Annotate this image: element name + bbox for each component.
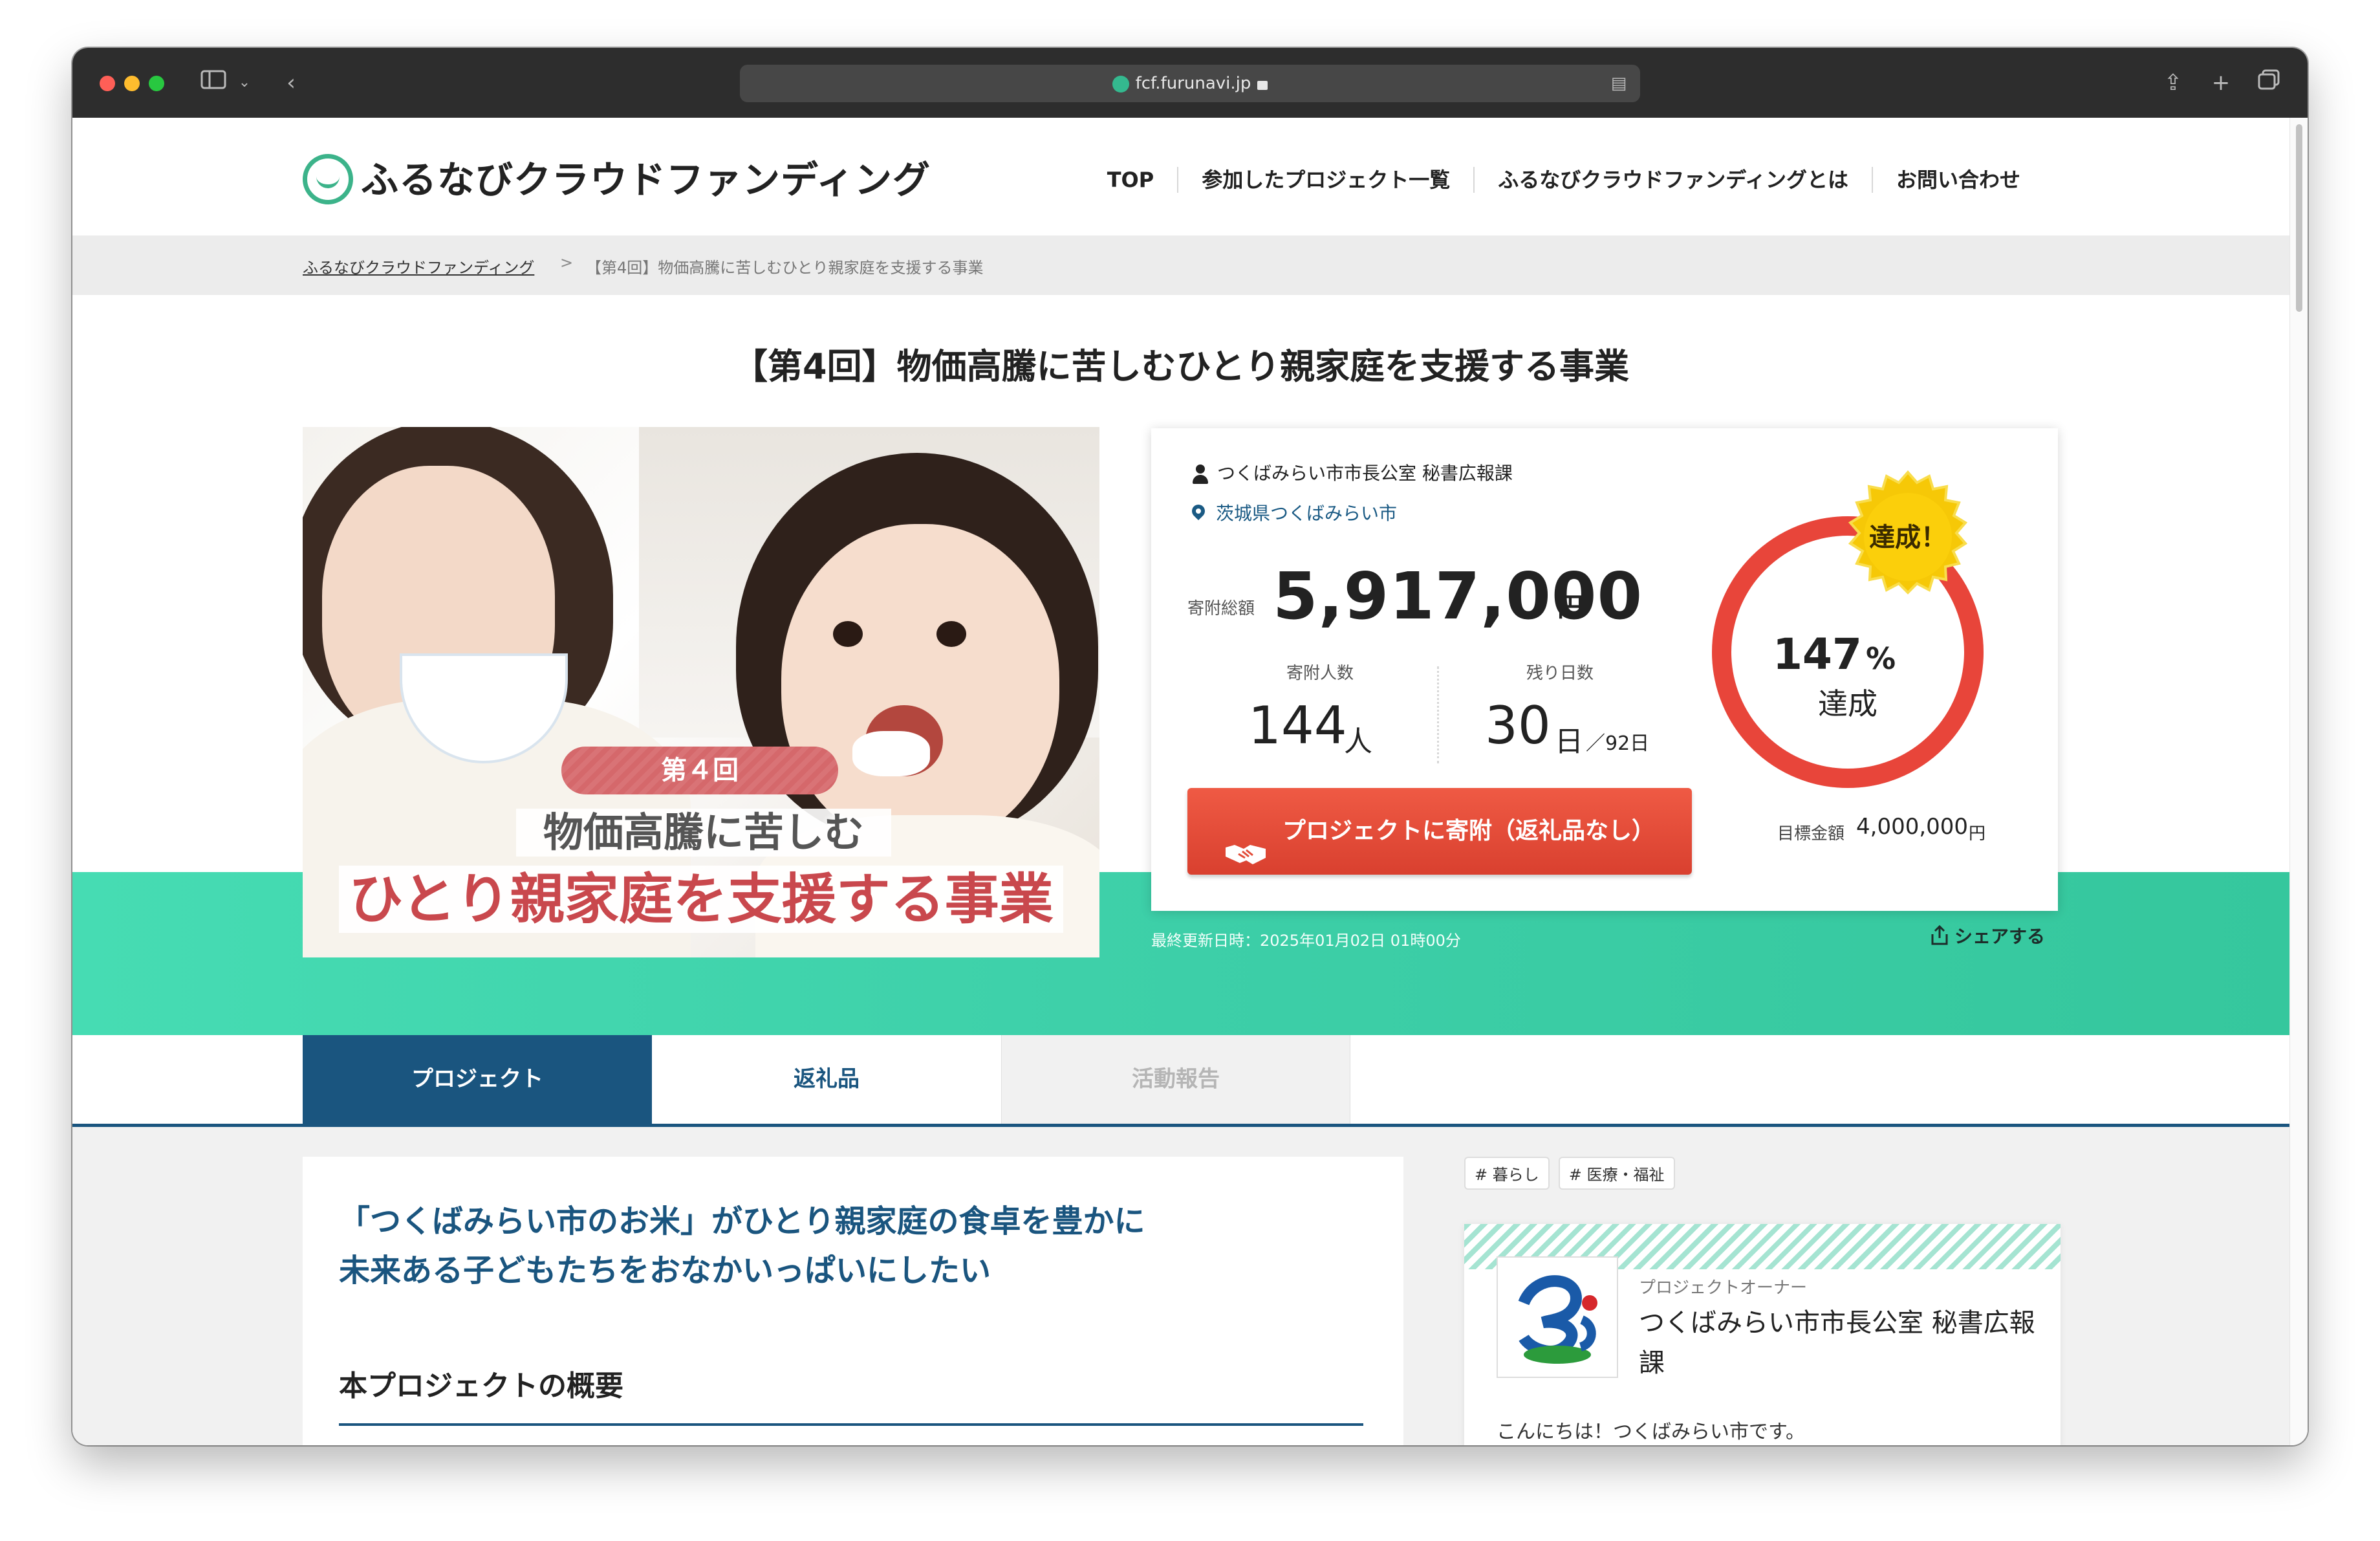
breadcrumb-current: 【第4回】物価高騰に苦しむひとり親家庭を支援する事業 <box>586 259 984 277</box>
achievement-ring: 147 % 達成 達成！ <box>1712 470 1984 788</box>
new-tab-icon[interactable]: + <box>2208 69 2234 97</box>
nav-contact[interactable]: お問い合わせ <box>1871 167 2044 193</box>
breadcrumb-separator: > <box>560 254 574 272</box>
stat-divider <box>1437 666 1439 763</box>
donate-button[interactable]: プロジェクトに寄附（返礼品なし） <box>1187 788 1692 875</box>
days-left-count: 30 <box>1485 695 1551 756</box>
image-caption-line1: 物価高騰に苦しむ <box>516 809 891 857</box>
donors-count: 144 <box>1248 695 1347 756</box>
web-page: ふるなびクラウドファンディング TOP 参加したプロジェクト一覧 ふるなびクラウ… <box>72 118 2289 1445</box>
tag-living[interactable]: # 暮らし <box>1464 1157 1550 1190</box>
owner-row: つくばみらい市市長公室 秘書広報課 <box>1191 461 1513 486</box>
donors-unit: 人 <box>1344 725 1372 758</box>
donate-button-label: プロジェクトに寄附（返礼品なし） <box>1282 818 1655 844</box>
goal-label: 目標金額 <box>1777 824 1845 844</box>
image-round-badge: 第４回 <box>561 747 838 794</box>
map-pin-icon <box>1191 505 1206 524</box>
breadcrumb-home-link[interactable]: ふるなびクラウドファンディング <box>303 255 534 278</box>
project-description: 「つくばみらい市のお米」がひとり親家庭の食卓を豊かに 未来ある子どもたちをおなか… <box>303 1157 1403 1445</box>
url-text: fcf.furunavi.jp <box>1135 74 1251 93</box>
owner-card-name: つくばみらい市市長公室 秘書広報課 <box>1639 1308 2035 1378</box>
project-owner-card: プロジェクトオーナー つくばみらい市市長公室 秘書広報課 こんにちは！つくばみら… <box>1464 1224 2061 1445</box>
owner-label: プロジェクトオーナー <box>1639 1278 1808 1298</box>
nav-about[interactable]: ふるなびクラウドファンディングとは <box>1473 167 1872 193</box>
days-total: ／92日 <box>1586 732 1650 755</box>
browser-window: ⌄ ‹ fcf.furunavi.jp ▤ ⇪ + ふるなびクラウドファンディン… <box>72 48 2308 1445</box>
tagline-line2: 未来ある子どもたちをおなかいっぱいにしたい <box>339 1252 991 1289</box>
nav-joined-projects[interactable]: 参加したプロジェクト一覧 <box>1177 167 1473 193</box>
person-icon <box>1191 464 1209 484</box>
percent-value: 147 <box>1773 629 1862 679</box>
percent-label: 達成 <box>1818 686 1877 721</box>
achieved-badge-text: 達成！ <box>1869 523 1947 552</box>
category-tags: # 暮らし # 医療・福祉 <box>1464 1157 1675 1190</box>
project-tagline: 「つくばみらい市のお米」がひとり親家庭の食卓を豊かに 未来ある子どもたちをおなか… <box>339 1197 1145 1295</box>
browser-titlebar: ⌄ ‹ fcf.furunavi.jp ▤ ⇪ + <box>72 48 2308 118</box>
global-nav: TOP 参加したプロジェクト一覧 ふるなびクラウドファンディングとは お問い合わ… <box>1084 167 2044 193</box>
project-tabs: プロジェクト 返礼品 活動報告 <box>72 1035 2289 1127</box>
site-logo-text[interactable]: ふるなびクラウドファンディング <box>361 154 931 206</box>
total-unit: 円 <box>1557 593 1583 622</box>
sidebar-toggle-icon[interactable] <box>199 69 228 97</box>
days-left-unit: 日 <box>1555 725 1583 758</box>
share-upload-icon <box>1930 924 1949 946</box>
address-bar[interactable]: fcf.furunavi.jp ▤ <box>740 65 1640 102</box>
goal-amount: 4,000,000 <box>1856 814 1969 840</box>
goal-unit: 円 <box>1969 824 1986 844</box>
funding-summary-card: つくばみらい市市長公室 秘書広報課 茨城県つくばみらい市 寄附総額 5,917,… <box>1151 428 2058 911</box>
donors-label: 寄附人数 <box>1286 664 1354 683</box>
last-updated: 最終更新日時：2025年01月02日 01時00分 <box>1151 932 1461 950</box>
tab-activity-report[interactable]: 活動報告 <box>1001 1035 1350 1124</box>
site-favicon-icon <box>1112 75 1129 93</box>
percent-unit: % <box>1866 641 1896 676</box>
total-label: 寄附総額 <box>1187 599 1255 618</box>
owner-name: つくばみらい市市長公室 秘書広報課 <box>1217 463 1513 484</box>
share-label: シェアする <box>1954 926 2046 947</box>
total-amount: 5,917,000 <box>1273 558 1643 634</box>
share-button[interactable]: シェアする <box>1930 923 2045 948</box>
city-logo <box>1497 1256 1618 1378</box>
reader-mode-icon[interactable]: ▤ <box>1609 69 1628 98</box>
lock-icon <box>1257 80 1268 90</box>
days-left-label: 残り日数 <box>1526 664 1594 683</box>
tab-project[interactable]: プロジェクト <box>303 1035 652 1124</box>
tagline-line1: 「つくばみらい市のお米」がひとり親家庭の食卓を豊かに <box>339 1203 1145 1240</box>
chevron-down-icon[interactable]: ⌄ <box>237 69 252 97</box>
nav-top[interactable]: TOP <box>1084 167 1177 193</box>
scrollbar-thumb[interactable] <box>2296 124 2302 312</box>
project-main-image: 第４回 物価高騰に苦しむ ひとり親家庭を支援する事業 <box>303 427 1099 957</box>
overview-heading: 本プロジェクトの概要 <box>339 1362 1363 1426</box>
location-link[interactable]: 茨城県つくばみらい市 <box>1216 503 1397 524</box>
tab-overview-icon[interactable] <box>2255 69 2283 97</box>
tab-rewards[interactable]: 返礼品 <box>652 1035 1001 1124</box>
page-title: 【第4回】物価高騰に苦しむひとり親家庭を支援する事業 <box>733 346 1629 387</box>
owner-greeting: こんにちは！つくばみらい市です。 <box>1497 1421 1805 1443</box>
share-icon[interactable]: ⇪ <box>2160 69 2186 97</box>
furunavi-logo-icon[interactable] <box>303 154 353 204</box>
minimize-window-button[interactable] <box>124 76 140 91</box>
handshake-icon <box>1224 816 1267 864</box>
tag-medical-welfare[interactable]: # 医療・福祉 <box>1558 1157 1675 1190</box>
zoom-window-button[interactable] <box>149 76 164 91</box>
close-window-button[interactable] <box>100 76 115 91</box>
breadcrumb: ふるなびクラウドファンディング > 【第4回】物価高騰に苦しむひとり親家庭を支援… <box>72 235 2289 295</box>
back-arrow-icon[interactable]: ‹ <box>278 69 304 97</box>
page-scrollbar[interactable] <box>2289 118 2308 1445</box>
location-row[interactable]: 茨城県つくばみらい市 <box>1191 501 1397 527</box>
site-header: ふるなびクラウドファンディング TOP 参加したプロジェクト一覧 ふるなびクラウ… <box>72 118 2289 235</box>
image-caption-line2: ひとり親家庭を支援する事業 <box>339 866 1063 933</box>
